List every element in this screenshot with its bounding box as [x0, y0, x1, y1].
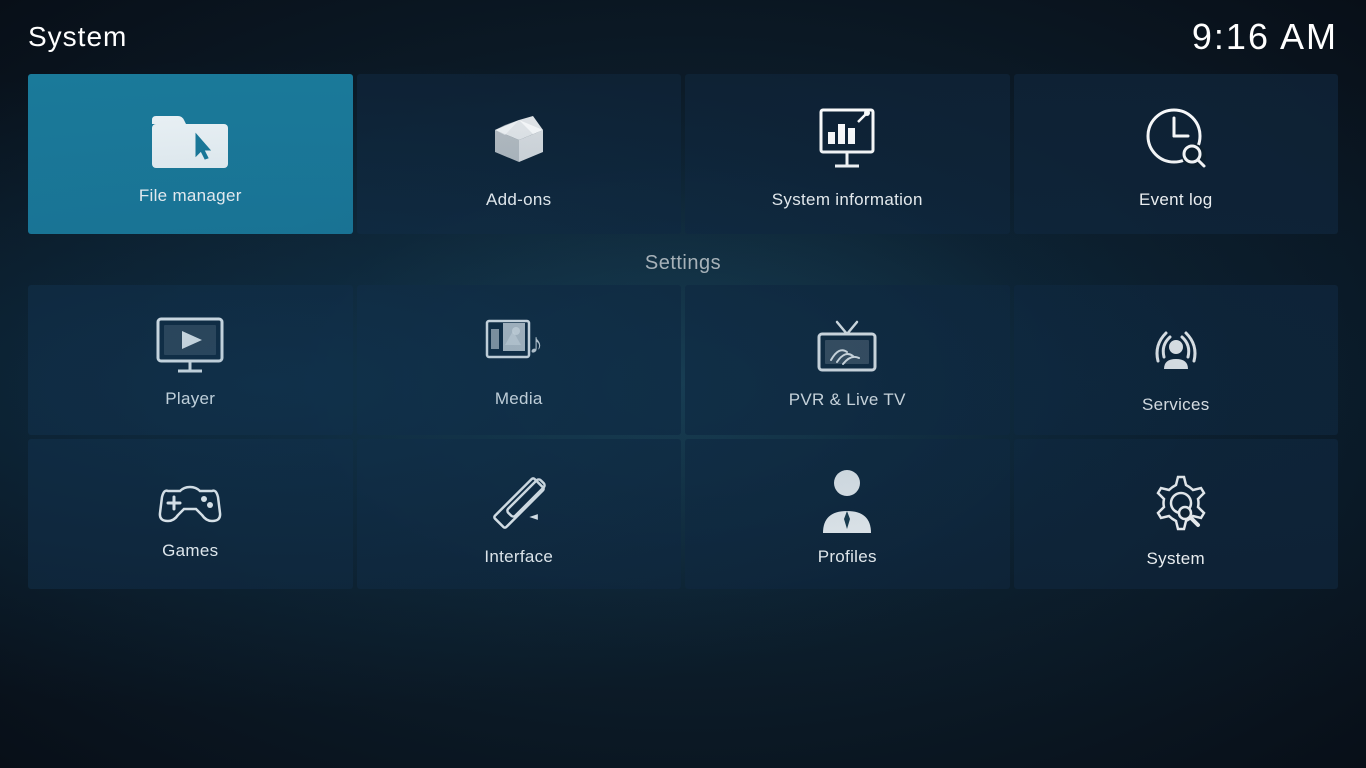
top-tiles-grid: File manager Add-ons	[0, 74, 1366, 234]
tile-services-label: Services	[1142, 395, 1210, 415]
page-title: System	[28, 21, 127, 53]
svg-text:♪: ♪	[529, 328, 543, 359]
addons-icon	[483, 102, 555, 174]
tile-pvr-live-tv[interactable]: PVR & Live TV	[685, 285, 1010, 435]
tile-player-label: Player	[165, 389, 215, 409]
tile-games[interactable]: Games	[28, 439, 353, 589]
settings-row2-grid: Games Interface Profiles	[0, 439, 1366, 589]
system-icon	[1140, 463, 1212, 535]
services-icon	[1140, 309, 1212, 381]
header: System 9:16 AM	[0, 0, 1366, 74]
system-info-icon	[811, 102, 883, 174]
settings-section-title: Settings	[0, 252, 1366, 275]
tile-interface[interactable]: Interface	[357, 439, 682, 589]
tile-profiles-label: Profiles	[818, 547, 877, 567]
event-log-icon	[1140, 102, 1212, 174]
tile-player[interactable]: Player	[28, 285, 353, 435]
tile-media[interactable]: ♪ Media	[357, 285, 682, 435]
media-icon: ♪	[483, 315, 555, 375]
tile-system-info-label: System information	[772, 190, 923, 210]
tile-pvr-label: PVR & Live TV	[789, 390, 906, 410]
tile-system-label: System	[1147, 549, 1205, 569]
games-icon	[154, 471, 226, 527]
tile-add-ons-label: Add-ons	[486, 190, 551, 210]
tile-add-ons[interactable]: Add-ons	[357, 74, 682, 234]
profiles-icon	[817, 465, 877, 533]
pvr-icon	[811, 314, 883, 376]
tile-profiles[interactable]: Profiles	[685, 439, 1010, 589]
clock: 9:16 AM	[1192, 16, 1338, 58]
tile-system[interactable]: System	[1014, 439, 1339, 589]
tile-media-label: Media	[495, 389, 543, 409]
tile-system-information[interactable]: System information	[685, 74, 1010, 234]
interface-icon	[483, 465, 555, 533]
player-icon	[154, 315, 226, 375]
tile-event-log[interactable]: Event log	[1014, 74, 1339, 234]
settings-row1-grid: Player ♪ Media	[0, 285, 1366, 435]
tile-services[interactable]: Services	[1014, 285, 1339, 435]
folder-icon	[150, 106, 230, 170]
tile-file-manager-label: File manager	[139, 186, 242, 206]
tile-interface-label: Interface	[484, 547, 553, 567]
tile-event-log-label: Event log	[1139, 190, 1213, 210]
tile-games-label: Games	[162, 541, 218, 561]
tile-file-manager[interactable]: File manager	[28, 74, 353, 234]
